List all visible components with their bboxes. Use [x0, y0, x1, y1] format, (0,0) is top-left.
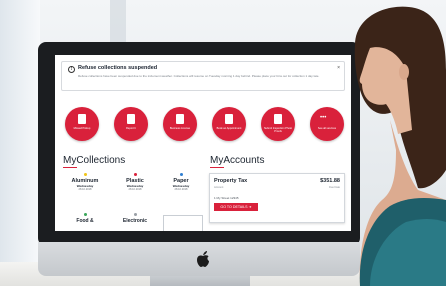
collection-item-placeholder[interactable] [163, 215, 203, 231]
collection-name: Food & [76, 218, 94, 224]
apple-logo-icon [197, 251, 209, 267]
collection-name: Electronic [122, 218, 148, 224]
accounts-title: MyAccounts [210, 155, 265, 166]
alert-title: Refuse collections suspended [78, 65, 158, 71]
info-icon: ! [68, 66, 75, 73]
action-label: Business License [169, 127, 191, 130]
action-business-license[interactable]: Business License [163, 107, 197, 141]
collection-item-food[interactable]: Food & [63, 213, 107, 224]
monitor-stand [150, 276, 250, 286]
collection-color-dot [133, 173, 137, 176]
document-icon [78, 114, 86, 124]
account-address: 1 My Street 12345 [214, 196, 239, 200]
action-label: Missed Pickup [73, 127, 91, 130]
woman-photo [354, 6, 446, 286]
collection-date: 28.10.2018 [174, 188, 188, 191]
account-name: Property Tax [214, 178, 248, 184]
collection-item-paper[interactable]: Paper Wednesday 28.10.2018 [159, 173, 203, 191]
action-submit-inspection[interactable]: Submit Inspection Photo Proofs [261, 107, 295, 141]
action-report-it[interactable]: Report It [114, 107, 148, 141]
window [0, 0, 40, 286]
collection-date: 28.10.2018 [128, 188, 142, 191]
collection-color-dot [179, 173, 183, 176]
action-label: Report It [126, 127, 136, 130]
go-to-details-button[interactable]: GO TO DETAILS ➜ [214, 203, 258, 211]
collection-item-aluminum[interactable]: Aluminum Wednesday 28.10.2018 [63, 173, 107, 191]
action-missed-pickup[interactable]: Missed Pickup [65, 107, 99, 141]
collection-item-plastic[interactable]: Plastic Wednesday 28.10.2018 [113, 173, 157, 191]
document-icon [176, 114, 184, 124]
document-icon [225, 114, 233, 124]
collection-color-dot [133, 213, 137, 216]
collection-color-dot [83, 213, 87, 216]
collection-color-dot [83, 173, 87, 176]
collections-title: MyCollections [63, 155, 126, 166]
account-sub-label: Account [214, 186, 224, 189]
collection-date: 28.10.2018 [78, 188, 92, 191]
action-label: Book an Appointment [216, 127, 242, 130]
megaphone-icon [127, 114, 135, 124]
action-label: Submit Inspection Photo Proofs [263, 127, 293, 133]
document-icon [274, 114, 282, 124]
title-underline [210, 167, 224, 168]
collection-item-electronic[interactable]: Electronic [113, 213, 157, 224]
title-underline [63, 167, 77, 168]
action-book-appointment[interactable]: Book an Appointment [212, 107, 246, 141]
